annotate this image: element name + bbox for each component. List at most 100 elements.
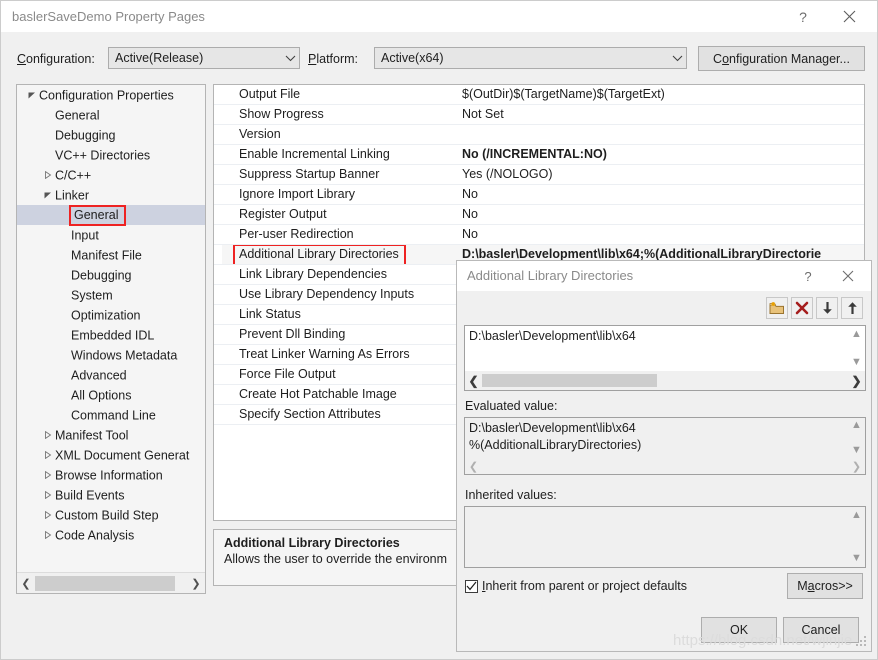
tree-item-embedded-idl[interactable]: Embedded IDL [17,325,205,345]
tree-item-linker[interactable]: Linker [17,185,205,205]
tree-item-xml-document-generat[interactable]: XML Document Generat [17,445,205,465]
configuration-manager-button[interactable]: Configuration Manager... [698,46,865,71]
chevron-right-icon[interactable] [41,506,55,526]
scroll-left-icon[interactable]: ❮ [465,371,482,390]
tree-item-build-events[interactable]: Build Events [17,485,205,505]
tree-item-windows-metadata[interactable]: Windows Metadata [17,345,205,365]
scroll-right-icon[interactable]: ❯ [187,573,205,593]
property-value[interactable]: No [462,185,864,204]
scroll-up-icon[interactable]: ▲ [851,329,862,340]
chevron-right-icon[interactable] [41,446,55,466]
move-up-icon[interactable] [841,297,863,319]
chevron-right-icon[interactable] [41,466,55,486]
chevron-down-icon[interactable] [25,86,39,106]
directories-list-box[interactable]: D:\basler\Development\lib\x64 ▲ ▼ ❮ ❯ [464,325,866,391]
configuration-tree[interactable]: Configuration PropertiesGeneralDebugging… [17,85,205,572]
property-row[interactable]: Version [214,125,864,145]
property-row[interactable]: Output File$(OutDir)$(TargetName)$(Targe… [214,85,864,105]
property-row[interactable]: Suppress Startup BannerYes (/NOLOGO) [214,165,864,185]
macros-button-label: Macros>> [797,579,853,593]
chevron-right-icon[interactable] [41,526,55,546]
move-down-icon[interactable] [816,297,838,319]
property-value[interactable]: Yes (/NOLOGO) [462,165,864,184]
evaluated-horizontal-scrollbar[interactable]: ❮ ❯ [465,458,865,474]
tree-item-all-options[interactable]: All Options [17,385,205,405]
tree-item-custom-build-step[interactable]: Custom Build Step [17,505,205,525]
ok-button[interactable]: OK [701,617,777,643]
scroll-right-icon[interactable]: ❯ [848,460,865,473]
chevron-right-icon[interactable] [41,486,55,506]
platform-dropdown[interactable]: Active(x64) [374,47,687,69]
tree-item-configuration-properties[interactable]: Configuration Properties [17,85,205,105]
property-row[interactable]: Ignore Import LibraryNo [214,185,864,205]
scroll-down-icon[interactable]: ▼ [851,445,862,456]
cancel-button[interactable]: Cancel [783,617,859,643]
property-row[interactable]: Enable Incremental LinkingNo (/INCREMENT… [214,145,864,165]
tree-item-browse-information[interactable]: Browse Information [17,465,205,485]
scroll-left-icon[interactable]: ❮ [17,573,35,593]
property-name-cell: Suppress Startup Banner [222,165,462,184]
scroll-up-icon[interactable]: ▲ [851,420,862,431]
scroll-up-icon[interactable]: ▲ [851,510,862,521]
evaluated-vertical-scrollbar[interactable]: ▲ ▼ [848,418,865,458]
scroll-right-icon[interactable]: ❯ [848,371,865,390]
row-gutter [214,405,222,424]
help-icon[interactable]: ? [789,261,827,291]
chevron-down-icon[interactable] [41,186,55,206]
macros-button[interactable]: Macros>> [787,573,863,599]
tree-item-optimization[interactable]: Optimization [17,305,205,325]
tree-item-vc-directories[interactable]: VC++ Directories [17,145,205,165]
tree-item-manifest-tool[interactable]: Manifest Tool [17,425,205,445]
tree-item-input[interactable]: Input [17,225,205,245]
tree-scroll-thumb[interactable] [35,576,175,591]
property-value[interactable]: No [462,225,864,244]
directories-list[interactable]: D:\basler\Development\lib\x64 [465,326,848,371]
inherit-defaults-row[interactable]: Inherit from parent or project defaults [465,579,687,593]
inherited-vertical-scrollbar[interactable]: ▲ ▼ [848,507,865,567]
property-name: Link Status [239,307,301,321]
new-folder-icon[interactable] [766,297,788,319]
list-scroll-thumb[interactable] [482,374,657,387]
chevron-right-icon[interactable] [41,426,55,446]
tree-item-manifest-file[interactable]: Manifest File [17,245,205,265]
list-horizontal-scrollbar[interactable]: ❮ ❯ [465,371,865,390]
configuration-dropdown[interactable]: Active(Release) [108,47,300,69]
inherit-checkbox[interactable] [465,580,478,593]
tree-item-general[interactable]: General [17,105,205,125]
tree-horizontal-scrollbar[interactable]: ❮ ❯ [17,572,205,593]
tree-item-advanced[interactable]: Advanced [17,365,205,385]
property-value[interactable] [462,125,864,144]
tree-item-general[interactable]: General [17,205,205,225]
resize-grip[interactable] [856,636,868,648]
chevron-right-icon[interactable] [41,166,55,186]
property-value[interactable]: No [462,205,864,224]
row-gutter [214,225,222,244]
close-icon[interactable] [827,1,871,32]
scroll-left-icon[interactable]: ❮ [465,460,482,473]
row-gutter [214,125,222,144]
scroll-down-icon[interactable]: ▼ [851,553,862,564]
tree-item-code-analysis[interactable]: Code Analysis [17,525,205,545]
property-value[interactable]: $(OutDir)$(TargetName)$(TargetExt) [462,85,864,104]
tree-item-label: Build Events [55,489,124,503]
tree-item-system[interactable]: System [17,285,205,305]
tree-item-debugging[interactable]: Debugging [17,125,205,145]
help-icon[interactable]: ? [781,1,825,32]
property-row[interactable]: Register OutputNo [214,205,864,225]
property-value[interactable]: No (/INCREMENTAL:NO) [462,145,864,164]
delete-icon[interactable] [791,297,813,319]
close-icon[interactable] [829,261,867,291]
tree-item-debugging[interactable]: Debugging [17,265,205,285]
cancel-button-label: Cancel [802,623,841,637]
property-name: Show Progress [239,107,324,121]
scroll-down-icon[interactable]: ▼ [851,357,862,368]
configuration-manager-label: Configuration Manager... [713,52,850,66]
property-row[interactable]: Per-user RedirectionNo [214,225,864,245]
property-value[interactable]: Not Set [462,105,864,124]
property-row[interactable]: Show Progress Not Set [214,105,864,125]
list-vertical-scrollbar[interactable]: ▲ ▼ [848,326,865,371]
directory-list-item[interactable]: D:\basler\Development\lib\x64 [465,326,848,347]
tree-item-c-c[interactable]: C/C++ [17,165,205,185]
tree-item-command-line[interactable]: Command Line [17,405,205,425]
tree-item-label: Debugging [55,129,115,143]
